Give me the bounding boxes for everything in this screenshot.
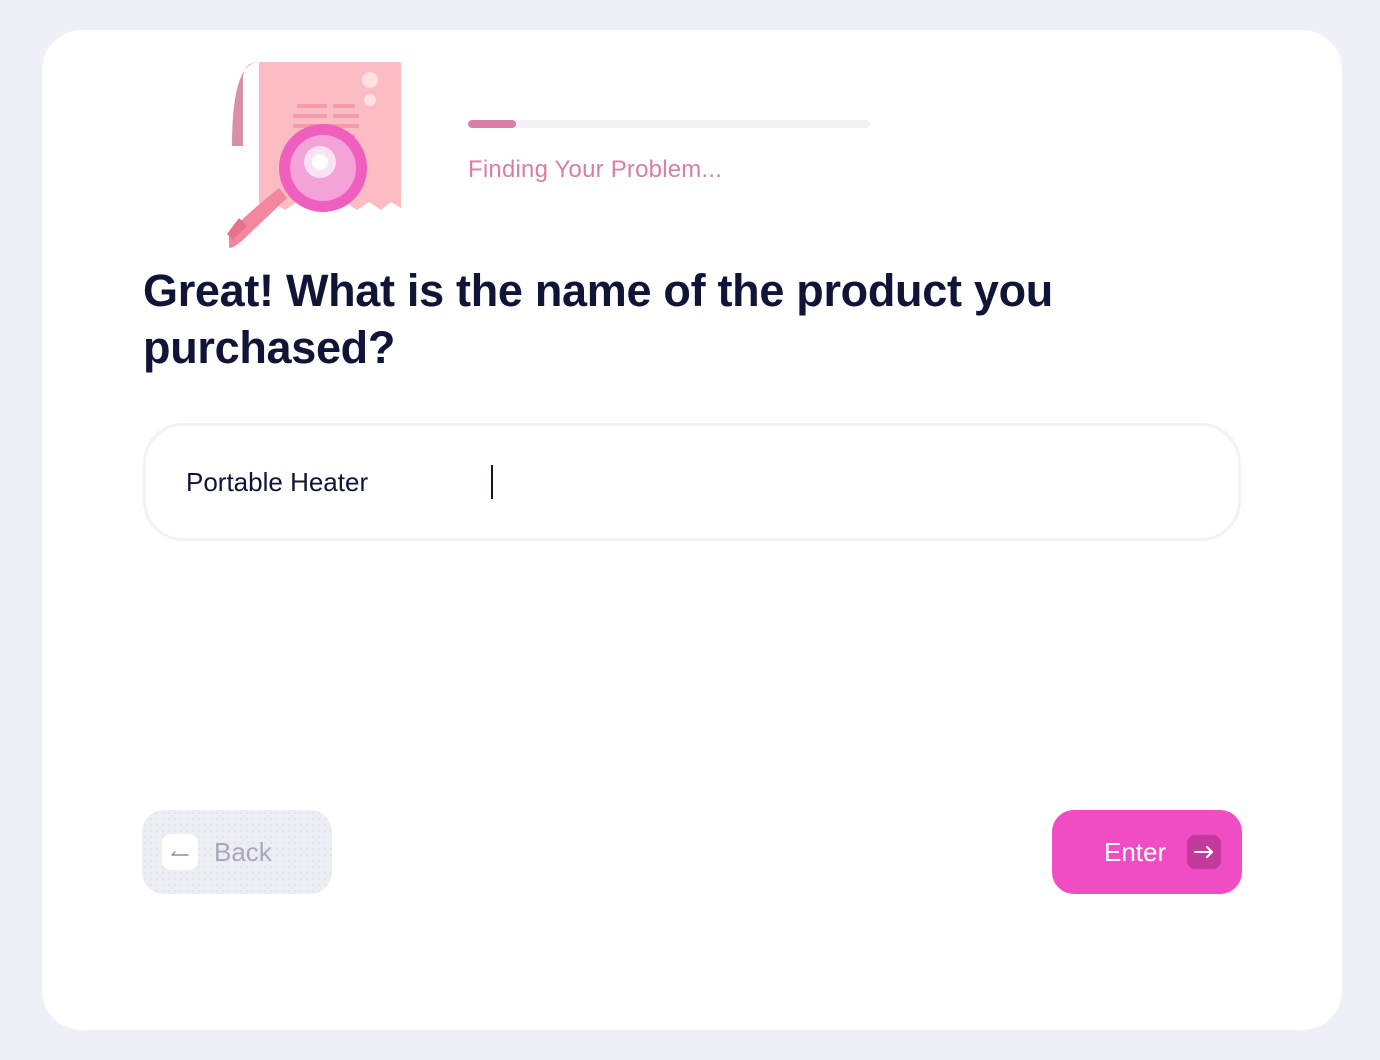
back-button[interactable]: Back: [142, 810, 332, 894]
question-heading: Great! What is the name of the product y…: [143, 265, 1053, 373]
back-label: Back: [214, 837, 272, 867]
receipt-magnifier-illustration: [227, 62, 401, 248]
arrow-left-icon: [162, 834, 198, 870]
progress-fill: [468, 120, 517, 128]
text-caret: [491, 465, 493, 499]
product-name-field[interactable]: [143, 423, 1241, 541]
status-text: Finding Your Problem...: [468, 156, 723, 183]
enter-button[interactable]: Enter: [1052, 810, 1242, 894]
enter-label: Enter: [1104, 837, 1167, 867]
progress-bar: [468, 120, 870, 128]
arrow-right-icon: [1187, 835, 1221, 869]
form-card: Finding Your Problem... Great! What is t…: [42, 30, 1342, 1030]
product-name-input[interactable]: [186, 462, 1186, 502]
